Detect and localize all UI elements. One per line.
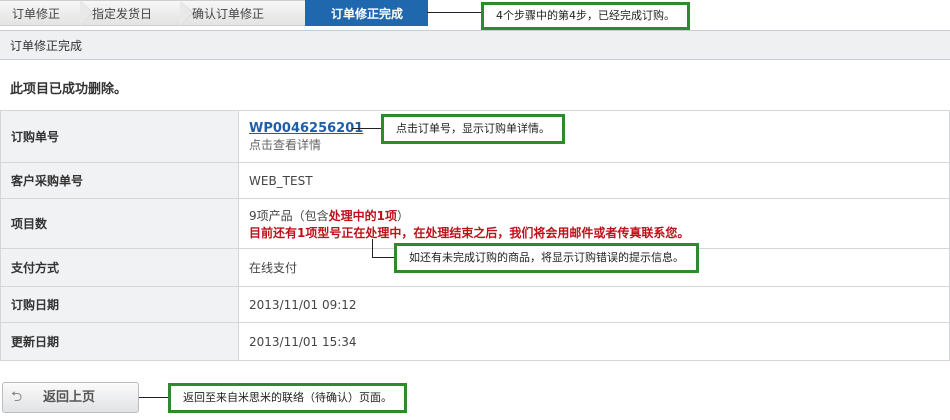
callout-connector [352,128,382,129]
customer-po-value: WEB_TEST [238,162,950,199]
table-row: 更新日期 2013/11/01 15:34 [0,322,950,361]
step-label: 确认订单修正 [192,7,265,21]
customer-po-label: 客户采购单号 [0,162,239,199]
order-no-cell: WP0046256201 点击查看详情 [238,110,950,163]
step-callout: 4个步骤中的第4步，已经完成订购。 [481,2,690,30]
processing-warning: 目前还有1项型号正在处理中，在处理结束之后，我们将会用邮件或者传真联系您。 [249,225,690,240]
callout-connector [372,257,395,258]
callout-connector [427,12,482,13]
item-count-cell: 9项产品（包含处理中的1项） 目前还有1项型号正在处理中，在处理结束之后，我们将… [238,198,950,249]
item-count-suffix: ） [397,208,410,223]
step-1-order-correction: 订单修正 [0,0,93,26]
step-2-ship-date: 指定发货日 [80,0,193,26]
view-details-text: 点击查看详情 [249,137,322,152]
payment-method-label: 支付方式 [0,248,239,287]
step-arrow-fill [180,0,192,26]
table-row: 项目数 9项产品（包含处理中的1项） 目前还有1项型号正在处理中，在处理结束之后… [0,198,950,249]
item-count-label: 项目数 [0,198,239,249]
order-date-value: 2013/11/01 09:12 [238,286,950,323]
back-button-label: 返回上页 [43,390,96,405]
step-3-confirm-correction: 确认订单修正 [180,0,305,26]
item-processing-text: 处理中的1项 [328,208,397,223]
table-row: 订购日期 2013/11/01 09:12 [0,286,950,323]
step-arrow-fill [80,0,92,26]
back-callout: 返回至来自米思米的联络（待确认）页面。 [168,383,407,413]
update-date-label: 更新日期 [0,322,239,361]
success-message: 此项目已成功删除。 [10,82,128,97]
step-4-correction-complete: 订单修正完成 [305,0,428,26]
back-button[interactable]: ⮌ 返回上页 [2,382,139,413]
item-count-prefix: 9项产品（包含 [249,208,329,223]
section-header: 订单修正完成 [0,30,950,60]
callout-connector [139,397,169,398]
step-label: 订单修正 [12,7,61,21]
step-label: 指定发货日 [92,7,153,21]
update-date-value: 2013/11/01 15:34 [238,322,950,361]
step-label: 订单修正完成 [331,7,404,21]
table-row: 客户采购单号 WEB_TEST [0,162,950,199]
order-number-link[interactable]: WP0046256201 [249,121,363,136]
return-arrow-icon: ⮌ [11,389,23,405]
order-info-table: 订购单号 WP0046256201 点击查看详情 客户采购单号 WEB_TEST… [0,110,950,361]
order-callout: 点击订单号，显示订购单详情。 [381,114,565,144]
callout-connector [372,239,373,258]
error-callout: 如还有未完成订购的商品，将显示订购错误的提示信息。 [394,243,699,273]
order-date-label: 订购日期 [0,286,239,323]
step-progress-bar: 订单修正 指定发货日 确认订单修正 订单修正完成 [0,0,430,26]
order-no-label: 订购单号 [0,110,239,163]
